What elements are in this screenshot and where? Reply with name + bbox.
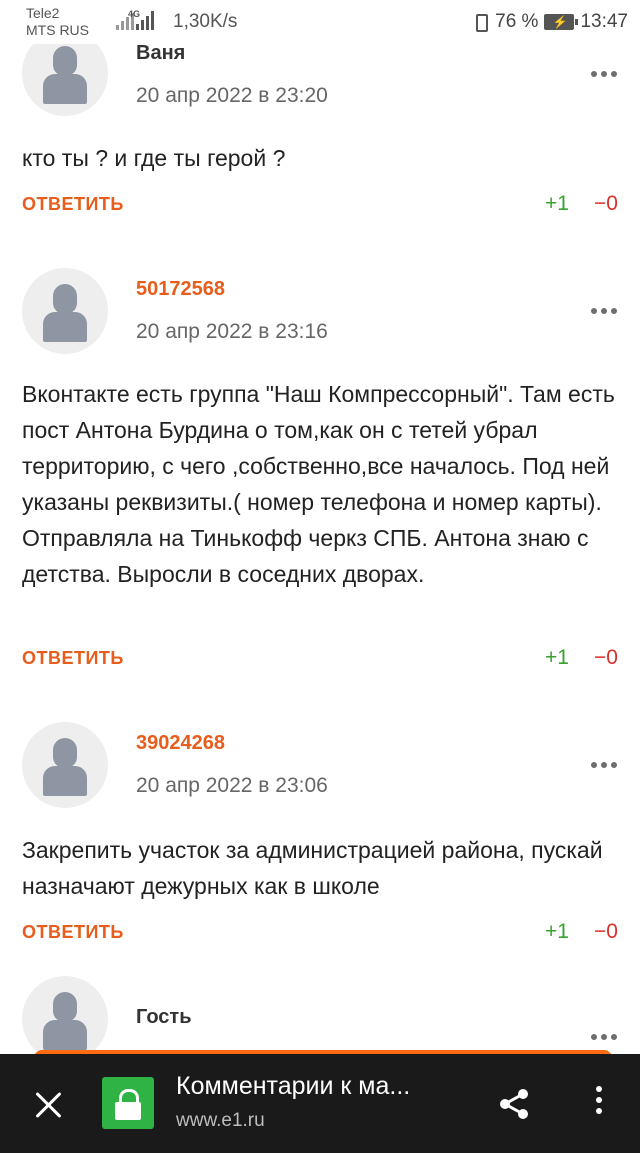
downvote-button[interactable]: −0 [594,192,618,216]
comment-text: Вконтакте есть группа "Наш Компрессорный… [22,381,615,587]
reply-button[interactable]: ОТВЕТИТЬ [22,194,124,215]
upvote-button[interactable]: +1 [545,192,569,216]
battery-percent: 76 % [495,11,539,32]
comment-date: 20 апр 2022 в 23:06 [136,774,328,797]
avatar [22,268,108,354]
reply-button[interactable]: ОТВЕТИТЬ [22,922,124,943]
custom-tab-bar: Комментарии к ма... www.e1.ru [0,1054,640,1153]
page-url[interactable]: www.e1.ru [176,1110,265,1132]
close-icon[interactable] [34,1090,64,1120]
comment-date: 20 апр 2022 в 23:16 [136,320,328,343]
upvote-button[interactable]: +1 [545,920,569,944]
downvote-button[interactable]: −0 [594,646,618,670]
more-options-icon[interactable] [591,762,617,768]
comment-text: кто ты ? и где ты герой ? [22,145,286,171]
more-options-icon[interactable] [591,308,617,314]
page-title[interactable]: Комментарии к ма... [176,1072,410,1101]
reply-button[interactable]: ОТВЕТИТЬ [22,648,124,669]
carrier-name-1: Tele2 [26,5,60,21]
comment-text: Закрепить участок за администрацией райо… [22,837,603,899]
comment-author[interactable]: 50172568 [136,278,225,301]
more-options-icon[interactable] [591,1034,617,1040]
upvote-button[interactable]: +1 [545,646,569,670]
status-right: 76 % ⚡ 13:47 [471,11,628,33]
comment-author[interactable]: 39024268 [136,732,225,755]
comment-author: Гость [136,1006,192,1028]
network-speed: 1,30K/s [173,11,238,32]
status-bar: Tele2 MTS RUS 4G 1,30K/s 76 % ⚡ 13:47 [0,0,640,44]
downvote-button[interactable]: −0 [594,920,618,944]
battery-charging-icon: ⚡ [544,14,579,30]
clock: 13:47 [580,11,628,32]
share-icon[interactable] [496,1086,532,1122]
lock-icon[interactable] [102,1077,154,1129]
more-vertical-icon[interactable] [596,1086,602,1114]
comment-author: Ваня [136,42,186,64]
carrier-info: Tele2 MTS RUS [26,5,89,39]
more-options-icon[interactable] [591,71,617,77]
signal-icon-2 [136,10,154,30]
comment-date: 20 апр 2022 в 23:20 [136,84,328,107]
vibrate-icon [471,12,489,32]
carrier-name-2: MTS RUS [26,22,89,38]
avatar [22,722,108,808]
